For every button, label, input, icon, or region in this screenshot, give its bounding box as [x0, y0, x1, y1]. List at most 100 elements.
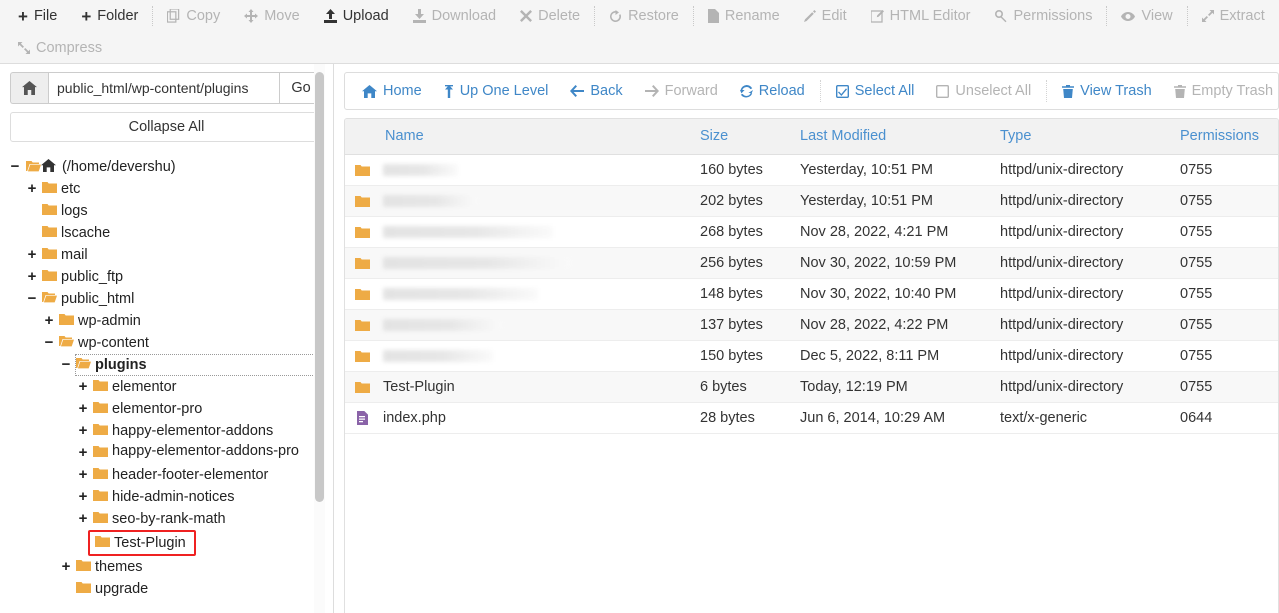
expand-icon[interactable]: +: [76, 376, 90, 398]
table-row[interactable]: 137 bytes Nov 28, 2022, 4:22 PM httpd/unix…: [345, 309, 1278, 341]
toolbar-button-restore: Restore: [597, 5, 691, 27]
table-row[interactable]: index.php 28 bytes Jun 6, 2014, 10:29 AM te…: [345, 402, 1278, 434]
tree-node-upgrade[interactable]: upgrade: [8, 578, 333, 600]
table-row[interactable]: 150 bytes Dec 5, 2022, 8:11 PM httpd/unix-…: [345, 340, 1278, 372]
cell-name[interactable]: [345, 154, 700, 186]
nav-button-reload[interactable]: Reload: [729, 79, 816, 103]
tree-node-content: happy-elementor-addons-pro: [90, 442, 299, 461]
tree-node-label: themes: [95, 559, 143, 575]
collapse-icon[interactable]: −: [8, 156, 22, 178]
expand-icon[interactable]: +: [25, 178, 39, 200]
tree-node-public_html[interactable]: − public_html: [8, 288, 333, 310]
tree-node-wp-admin[interactable]: + wp-admin: [8, 310, 333, 332]
tree-node-logs[interactable]: logs: [8, 200, 333, 222]
column-header-size[interactable]: Size: [700, 119, 800, 155]
toolbar-button-file[interactable]: + File: [6, 5, 69, 28]
path-input[interactable]: [48, 72, 279, 104]
tree-node-label: header-footer-elementor: [112, 467, 269, 483]
expand-icon[interactable]: +: [59, 556, 73, 578]
folder-icon: [73, 578, 93, 593]
collapse-icon[interactable]: −: [25, 288, 39, 310]
tree-node-label: (/home/devershu): [62, 159, 176, 175]
toolbar-row-secondary: Compress: [0, 32, 1279, 64]
tree-node-header-footer-elementor[interactable]: + header-footer-elementor: [8, 464, 333, 486]
folder-icon: [39, 266, 59, 281]
toolbar-button-move: Move: [232, 5, 311, 27]
tree-node-plugins[interactable]: − plugins: [8, 354, 333, 376]
toolbar-button-label: View: [1141, 8, 1173, 24]
tree-node-elementor-pro[interactable]: + elementor-pro: [8, 398, 333, 420]
column-header-modified[interactable]: Last Modified: [800, 119, 1000, 155]
collapse-icon[interactable]: −: [42, 332, 56, 354]
home-icon: [362, 84, 377, 98]
trash-icon: [1173, 84, 1186, 98]
expand-icon[interactable]: +: [76, 398, 90, 420]
expand-icon[interactable]: +: [76, 464, 90, 486]
home-icon[interactable]: [10, 72, 48, 104]
cell-name[interactable]: Test-Plugin: [345, 371, 700, 403]
tree-node-happy-elementor-addons[interactable]: + happy-elementor-addons: [8, 420, 333, 442]
tree-node-public_ftp[interactable]: + public_ftp: [8, 266, 333, 288]
tree-node-happy-elementor-addons-pro[interactable]: + happy-elementor-addons-pro: [8, 442, 333, 464]
expand-icon[interactable]: +: [76, 486, 90, 508]
nav-button-view-trash[interactable]: View Trash: [1051, 79, 1162, 103]
tree-node-homedevershu[interactable]: − (/home/devershu): [8, 156, 333, 178]
cell-name[interactable]: [345, 309, 700, 341]
tree-node-content: happy-elementor-addons: [90, 420, 273, 442]
restore-icon: [609, 9, 622, 23]
collapse-all-button[interactable]: Collapse All: [10, 112, 323, 142]
table-row[interactable]: Test-Plugin 6 bytes Today, 12:19 PM httpd/u…: [345, 371, 1278, 403]
nav-separator: [819, 80, 821, 102]
open-folder-home-icon: [22, 156, 60, 172]
toolbar-button-upload[interactable]: Upload: [312, 5, 401, 27]
tree-node-seo-by-rank-math[interactable]: + seo-by-rank-math: [8, 508, 333, 530]
nav-separator: [1046, 80, 1048, 102]
tree-node-lscache[interactable]: lscache: [8, 222, 333, 244]
column-header-permissions[interactable]: Permissions: [1178, 119, 1278, 155]
tree-node-wp-content[interactable]: − wp-content: [8, 332, 333, 354]
tree-node-themes[interactable]: + themes: [8, 556, 333, 578]
cell-name[interactable]: [345, 185, 700, 217]
column-header-type[interactable]: Type: [1000, 119, 1178, 155]
toolbar-button-folder[interactable]: + Folder: [69, 5, 150, 28]
expand-icon[interactable]: +: [42, 310, 56, 332]
tree-node-test-plugin[interactable]: Test-Plugin: [8, 530, 333, 556]
table-row[interactable]: 202 bytes Yesterday, 10:51 PM httpd/unix-d…: [345, 185, 1278, 217]
checked-box-icon: [835, 84, 849, 98]
nav-button-up-one-level[interactable]: Up One Level: [433, 79, 560, 103]
cell-permissions: 0755: [1178, 185, 1278, 217]
column-header-name[interactable]: Name: [345, 119, 700, 155]
cell-name[interactable]: [345, 247, 700, 279]
tree-node-etc[interactable]: + etc: [8, 178, 333, 200]
cell-size: 6 bytes: [700, 371, 800, 403]
expand-icon[interactable]: +: [25, 244, 39, 266]
sidebar-scrollbar-thumb[interactable]: [315, 72, 324, 502]
collapse-icon[interactable]: −: [59, 354, 73, 376]
nav-button-back[interactable]: Back: [559, 79, 633, 103]
expand-icon[interactable]: +: [76, 420, 90, 442]
cell-size: 256 bytes: [700, 247, 800, 279]
cell-name[interactable]: index.php: [345, 402, 700, 434]
cell-name[interactable]: [345, 278, 700, 310]
toolbar-button-permissions: Permissions: [983, 5, 1105, 27]
tree-node-mail[interactable]: + mail: [8, 244, 333, 266]
cell-modified: Nov 28, 2022, 4:21 PM: [800, 216, 1000, 248]
nav-button-home[interactable]: Home: [351, 79, 433, 103]
nav-button-select-all[interactable]: Select All: [825, 79, 926, 103]
table-row[interactable]: 256 bytes Nov 30, 2022, 10:59 PM httpd/uni…: [345, 247, 1278, 279]
tree-node-hide-admin-notices[interactable]: + hide-admin-notices: [8, 486, 333, 508]
table-row[interactable]: 148 bytes Nov 30, 2022, 10:40 PM httpd/uni…: [345, 278, 1278, 310]
table-row[interactable]: 268 bytes Nov 28, 2022, 4:21 PM httpd/unix…: [345, 216, 1278, 248]
directory-tree: − (/home/devershu) + etc logs lscache + mail + pu…: [0, 156, 333, 600]
cell-size: 148 bytes: [700, 278, 800, 310]
expand-icon[interactable]: +: [76, 442, 90, 464]
cell-name[interactable]: [345, 216, 700, 248]
table-row[interactable]: 160 bytes Yesterday, 10:51 PM httpd/unix-d…: [345, 154, 1278, 186]
tree-node-elementor[interactable]: + elementor: [8, 376, 333, 398]
cell-type: text/x-generic: [1000, 402, 1178, 434]
expand-icon[interactable]: +: [76, 508, 90, 530]
toolbar-button-label: Copy: [186, 8, 221, 24]
directory-sidebar: Go Collapse All − (/home/devershu) + etc log…: [0, 64, 334, 613]
cell-name[interactable]: [345, 340, 700, 372]
expand-icon[interactable]: +: [25, 266, 39, 288]
